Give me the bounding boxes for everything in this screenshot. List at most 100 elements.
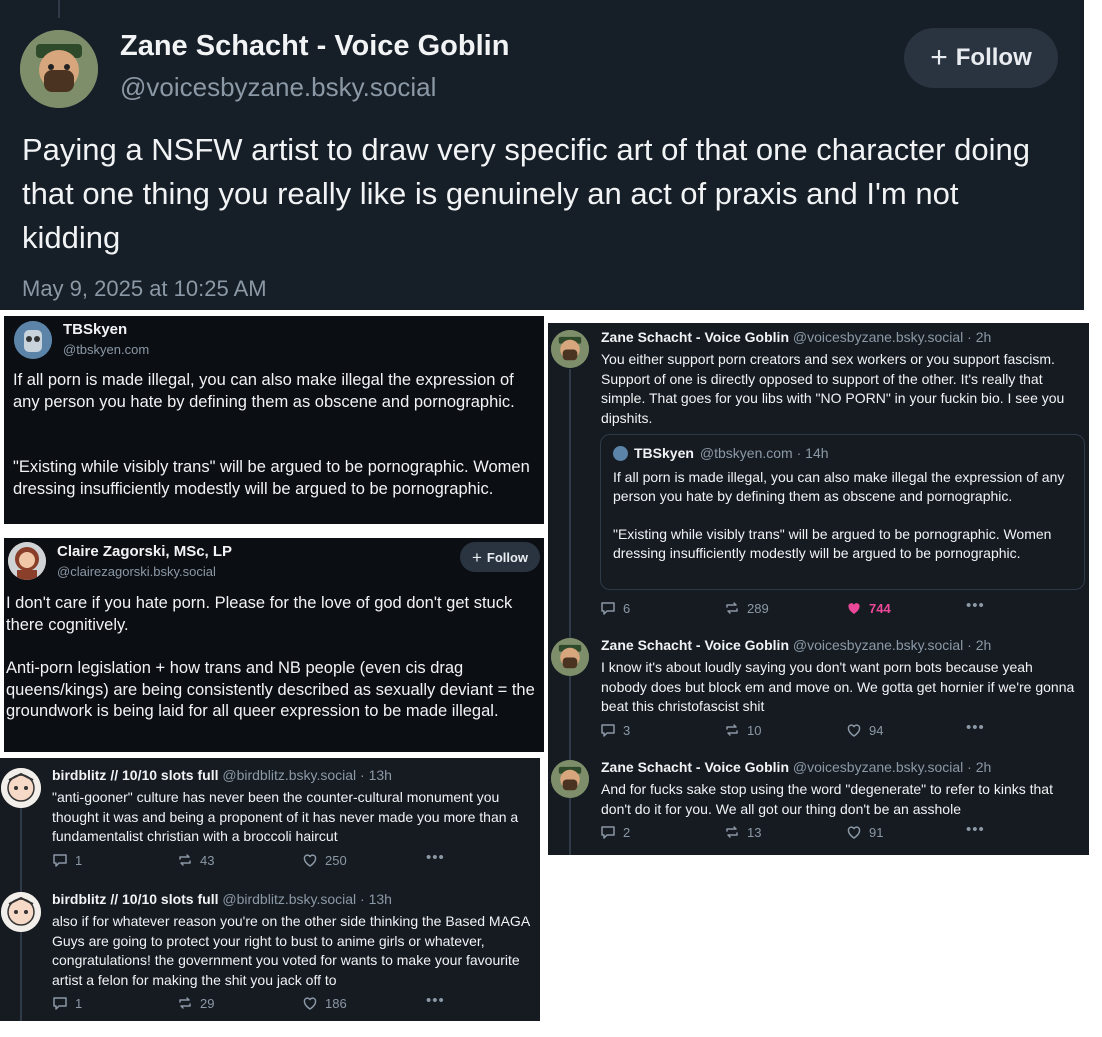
repost-icon — [177, 852, 193, 868]
like-button[interactable]: 186 — [302, 995, 347, 1011]
like-count: 94 — [869, 722, 884, 738]
like-button[interactable]: 250 — [302, 852, 347, 868]
repost-count: 10 — [747, 722, 762, 738]
reply-button[interactable]: 6 — [600, 600, 630, 616]
repost-button[interactable]: 13 — [724, 824, 761, 840]
quote-meta: @tbskyen.com · 14h — [699, 445, 829, 461]
repost-icon — [724, 600, 740, 616]
reply-icon — [52, 852, 68, 868]
birdblitz-thread-panel: birdblitz // 10/10 slots full @birdblitz… — [0, 758, 540, 1021]
more-options-icon[interactable]: ••• — [426, 992, 445, 1009]
post-meta[interactable]: @voicesbyzane.bsky.social · 2h — [793, 759, 991, 775]
reply-icon — [600, 824, 616, 840]
post-timestamp[interactable]: May 9, 2025 at 10:25 AM — [22, 276, 267, 302]
reply-button[interactable]: 1 — [52, 995, 82, 1011]
follow-button[interactable]: + Follow — [904, 28, 1058, 88]
repost-button[interactable]: 289 — [724, 600, 769, 616]
author-name[interactable]: Claire Zagorski, MSc, LP — [57, 543, 232, 560]
post-text-paragraph-2: Anti-porn legislation + how trans and NB… — [6, 659, 540, 720]
author-name[interactable]: Zane Schacht - Voice Goblin — [601, 637, 789, 653]
post-meta[interactable]: @voicesbyzane.bsky.social · 2h — [793, 637, 991, 653]
avatar-robot-icon — [14, 321, 52, 359]
repost-button[interactable]: 43 — [177, 852, 214, 868]
more-options-icon[interactable]: ••• — [966, 719, 985, 736]
more-options-icon[interactable]: ••• — [966, 821, 985, 838]
follow-label: Follow — [955, 44, 1032, 71]
post-text-paragraph-1: If all porn is made illegal, you can als… — [13, 371, 519, 411]
author-handle[interactable]: @clairezagorski.bsky.social — [57, 564, 216, 579]
like-button[interactable]: 91 — [846, 824, 883, 840]
post-text: And for fucks sake stop using the word "… — [601, 781, 1057, 817]
repost-count: 29 — [200, 995, 215, 1011]
like-button[interactable]: 94 — [846, 722, 883, 738]
thread-post[interactable]: Zane Schacht - Voice Goblin @voicesbyzan… — [548, 323, 1089, 625]
avatar[interactable] — [1, 768, 41, 808]
avatar[interactable] — [8, 542, 46, 580]
avatar[interactable] — [14, 321, 52, 359]
repost-icon — [724, 722, 740, 738]
avatar-portrait-icon — [8, 542, 46, 580]
quote-post[interactable]: TBSkyen @tbskyen.com · 14h If all porn i… — [600, 434, 1085, 590]
quote-author-name: TBSkyen — [634, 445, 694, 461]
post-text: Paying a NSFW artist to draw very specif… — [22, 132, 1039, 255]
repost-count: 13 — [747, 824, 762, 840]
more-options-icon[interactable]: ••• — [966, 597, 985, 614]
author-name[interactable]: birdblitz // 10/10 slots full — [52, 891, 218, 907]
repost-count: 289 — [747, 600, 769, 616]
follow-button[interactable]: + Follow — [460, 542, 540, 572]
avatar[interactable] — [20, 30, 98, 108]
avatar-cartoon-icon — [551, 638, 589, 676]
author-handle[interactable]: @tbskyen.com — [63, 342, 149, 357]
plus-icon: + — [471, 547, 482, 567]
like-button[interactable]: 744 — [846, 600, 891, 616]
author-name[interactable]: TBSkyen — [63, 321, 127, 338]
heart-icon — [302, 852, 318, 868]
post-meta[interactable]: @birdblitz.bsky.social · 13h — [222, 891, 392, 907]
post-text: You either support porn creators and sex… — [601, 351, 1069, 426]
post-meta[interactable]: @birdblitz.bsky.social · 13h — [222, 767, 392, 783]
post-text-paragraph-2: "Existing while visibly trans" will be a… — [13, 458, 535, 498]
like-count: 250 — [325, 852, 347, 868]
post-text: also if for whatever reason you're on th… — [52, 913, 534, 988]
repost-icon — [177, 995, 193, 1011]
avatar-cartoon-icon — [20, 30, 98, 108]
like-count: 91 — [869, 824, 884, 840]
tbskyen-post-panel: TBSkyen @tbskyen.com If all porn is made… — [4, 316, 544, 524]
avatar[interactable] — [551, 638, 589, 676]
quote-text-paragraph-2: "Existing while visibly trans" will be a… — [613, 526, 1056, 561]
post-text-paragraph-1: I don't care if you hate porn. Please fo… — [6, 594, 517, 634]
thread-post[interactable]: birdblitz // 10/10 slots full @birdblitz… — [0, 882, 540, 1021]
author-name[interactable]: birdblitz // 10/10 slots full — [52, 767, 218, 783]
avatar — [613, 445, 628, 461]
plus-icon: + — [930, 41, 948, 74]
more-options-icon[interactable]: ••• — [426, 849, 445, 866]
author-name[interactable]: Zane Schacht - Voice Goblin — [601, 759, 789, 775]
reply-count: 1 — [75, 995, 83, 1011]
avatar[interactable] — [551, 330, 589, 368]
thread-line — [58, 0, 60, 18]
reply-count: 1 — [75, 852, 83, 868]
thread-post[interactable]: birdblitz // 10/10 slots full @birdblitz… — [0, 758, 540, 878]
post-text: I know it's about loudly saying you don'… — [601, 659, 1079, 714]
thread-post[interactable]: Zane Schacht - Voice Goblin @voicesbyzan… — [548, 631, 1089, 745]
avatar-drawing-icon — [1, 892, 41, 932]
reply-button[interactable]: 1 — [52, 852, 82, 868]
heart-icon — [846, 824, 862, 840]
avatar-cartoon-icon — [551, 760, 589, 798]
author-name[interactable]: Zane Schacht - Voice Goblin — [120, 30, 509, 63]
thread-post[interactable]: Zane Schacht - Voice Goblin @voicesbyzan… — [548, 753, 1089, 855]
repost-button[interactable]: 29 — [177, 995, 214, 1011]
author-handle[interactable]: @voicesbyzane.bsky.social — [120, 72, 436, 103]
reply-button[interactable]: 2 — [600, 824, 630, 840]
zane-thread-panel: Zane Schacht - Voice Goblin @voicesbyzan… — [548, 323, 1089, 855]
post-meta[interactable]: @voicesbyzane.bsky.social · 2h — [793, 329, 991, 345]
reply-count: 3 — [623, 722, 631, 738]
quote-text-paragraph-1: If all porn is made illegal, you can als… — [613, 469, 1069, 504]
avatar[interactable] — [551, 760, 589, 798]
author-name[interactable]: Zane Schacht - Voice Goblin — [601, 329, 789, 345]
avatar[interactable] — [1, 892, 41, 932]
heart-filled-icon — [846, 600, 862, 616]
repost-button[interactable]: 10 — [724, 722, 761, 738]
like-count: 744 — [869, 600, 891, 616]
reply-button[interactable]: 3 — [600, 722, 630, 738]
